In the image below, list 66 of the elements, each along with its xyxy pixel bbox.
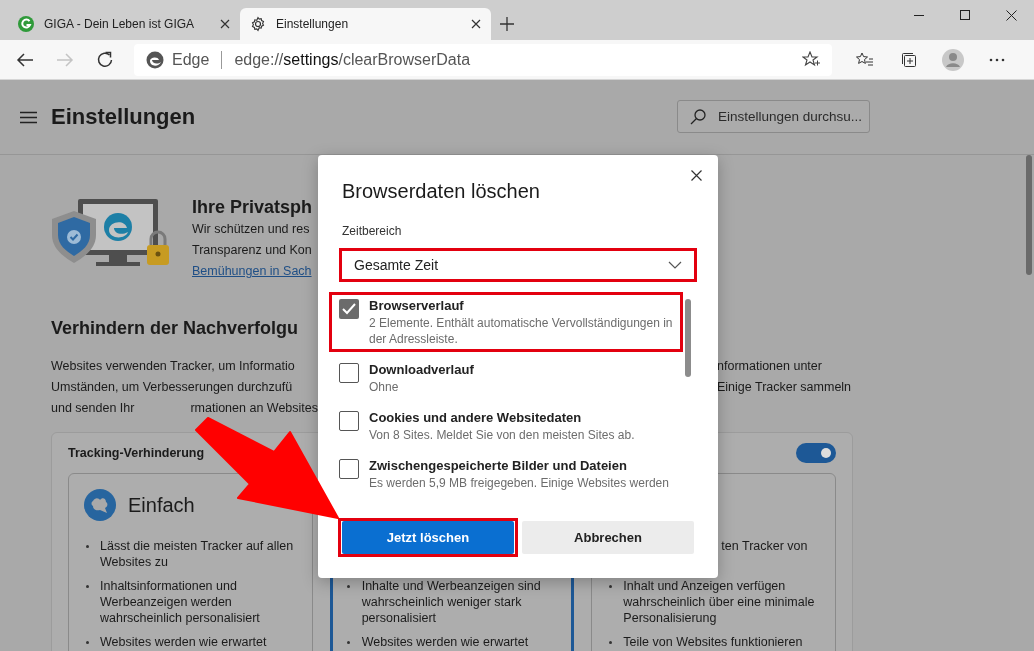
- bullet-text: Websites werden wie erwartet: [100, 634, 267, 650]
- body-text: Einige Tracker sammeln: [717, 379, 852, 396]
- profile-avatar-icon[interactable]: [942, 48, 964, 71]
- option-label: Cookies und andere Websitedaten: [369, 409, 583, 427]
- search-field[interactable]: Einstellungen durchsu...: [677, 100, 870, 133]
- option-description: 2 Elemente. Enthält automatische Vervollständigungen in der Adressleiste.: [369, 315, 674, 347]
- body-text: Transparenz und Kon: [192, 242, 313, 259]
- body-text: Wir schützen und res: [192, 221, 311, 238]
- collections-icon[interactable]: [900, 50, 918, 69]
- address-field[interactable]: Edge edge://settings/clearBrowserData: [134, 43, 832, 76]
- body-text: nformationen unter: [717, 358, 822, 375]
- checkbox[interactable]: [339, 411, 359, 431]
- body-text: rmationen an Websites: [190, 400, 318, 417]
- body-text: und senden Ihr: [51, 400, 135, 417]
- browser-tab[interactable]: Einstellungen: [240, 8, 491, 40]
- bullet-text: Inhaltsinformationen und Werbeanzeigen werden wahrscheinlich personalisiert: [100, 578, 261, 626]
- card-title: Tracking-Verhinderung: [68, 446, 205, 460]
- new-tab-icon[interactable]: [499, 16, 515, 32]
- bullet-text: Lässt die meisten Tracker auf allen Websites zu: [100, 538, 295, 570]
- option-title: Einfach: [128, 493, 195, 517]
- close-icon[interactable]: [1005, 9, 1017, 21]
- bullet-text: Websites werden wie erwartet: [361, 634, 529, 650]
- privacy-link[interactable]: Bemühungen in Sach: [192, 264, 312, 278]
- checkbox[interactable]: [339, 363, 359, 383]
- star-icon[interactable]: [802, 51, 820, 68]
- refresh-icon[interactable]: [96, 50, 114, 69]
- bullet-text: Inhalte und Werbeanzeigen sind wahrscheinlich weniger stark personalisiert: [361, 578, 542, 626]
- cancel-button[interactable]: Abbrechen: [522, 521, 694, 554]
- site-label: Edge: [172, 50, 210, 69]
- browser-tab[interactable]: GIGA - Dein Leben ist GIGA: [8, 8, 240, 40]
- checkbox[interactable]: [339, 459, 359, 479]
- chevron-down-icon[interactable]: [668, 261, 682, 269]
- bullet-text: Teile von Websites funktionieren: [623, 634, 803, 650]
- option-label: Browserverlauf: [369, 297, 465, 315]
- bullet-text: Inhalt und Anzeigen verfügen wahrscheinlich über eine minimale Personalisierung: [623, 578, 816, 626]
- page-title: Einstellungen: [51, 104, 196, 130]
- browser-logo-icon: [146, 50, 164, 69]
- section-heading: Ihre Privatsph: [192, 196, 313, 219]
- favorites-icon[interactable]: [856, 51, 874, 68]
- option-description: Von 8 Sites. Meldet Sie von den meisten Sites ab.: [369, 427, 635, 443]
- option-description: Es werden 5,9 MB freigegeben. Einige Websites werden: [369, 475, 669, 491]
- maximize-icon[interactable]: [960, 10, 970, 20]
- close-icon[interactable]: [220, 19, 230, 29]
- menu-icon[interactable]: [20, 110, 37, 124]
- more-icon[interactable]: [989, 57, 1005, 62]
- option-label: Downloadverlauf: [369, 361, 474, 379]
- field-label: Zeitbereich: [342, 223, 403, 239]
- body-text: Umständen, um Verbesserungen durchzufü: [51, 379, 293, 396]
- search-icon: [690, 109, 706, 125]
- bullet-text: ten Tracker von: [721, 538, 808, 555]
- close-icon[interactable]: [471, 19, 481, 29]
- minimize-icon[interactable]: [914, 14, 924, 16]
- checkbox[interactable]: [339, 299, 359, 319]
- dialog-title: Browserdaten löschen: [342, 179, 541, 204]
- site-favicon-icon: [18, 16, 34, 32]
- settings-icon: [250, 16, 266, 32]
- scrollbar-thumb[interactable]: [1026, 155, 1032, 275]
- clear-now-button[interactable]: Jetzt löschen: [342, 521, 514, 554]
- round-emblem-icon: [84, 489, 116, 521]
- body-text: Websites verwenden Tracker, um Informatio: [51, 358, 295, 375]
- url-text: edge://settings/clearBrowserData: [234, 50, 472, 69]
- back-arrow-icon[interactable]: [16, 51, 34, 68]
- section-heading: Verhindern der Nachverfolgu: [51, 317, 299, 340]
- option-label: Zwischengespeicherte Bilder und Dateien: [369, 457, 628, 475]
- option-description: Ohne: [369, 379, 400, 395]
- tracking-toggle[interactable]: [796, 443, 836, 463]
